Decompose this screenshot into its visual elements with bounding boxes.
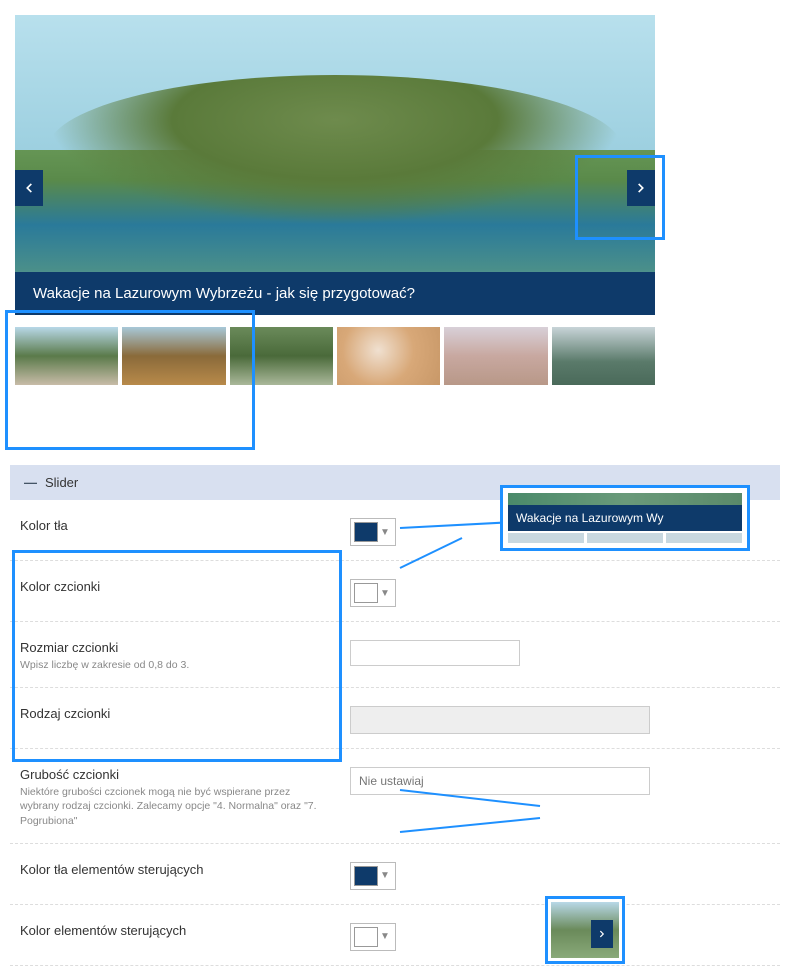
- font-family-select[interactable]: [350, 706, 650, 734]
- setting-label: Kolor tła elementów sterujących: [20, 862, 330, 877]
- color-swatch-preview: [354, 522, 378, 542]
- preview-next-arrow: [591, 920, 613, 948]
- slider-thumb[interactable]: [337, 327, 440, 385]
- slider-thumb[interactable]: [552, 327, 655, 385]
- chevron-right-icon: [597, 929, 607, 939]
- setting-row-font-family: Rodzaj czcionki: [10, 688, 780, 749]
- slider-main-image: [15, 15, 655, 315]
- setting-row-font-weight: Grubość czcionki Niektóre grubości czcio…: [10, 749, 780, 844]
- slider-caption: Wakacje na Lazurowym Wybrzeżu - jak się …: [15, 272, 655, 315]
- color-picker-ctrl-bg[interactable]: ▼: [350, 862, 396, 890]
- setting-label: Rozmiar czcionki: [20, 640, 330, 655]
- setting-label: Kolor tła: [20, 518, 330, 533]
- collapse-icon: —: [24, 475, 37, 490]
- color-swatch-preview: [354, 927, 378, 947]
- slider-thumb[interactable]: [15, 327, 118, 385]
- setting-label: Kolor elementów sterujących: [20, 923, 330, 938]
- chevron-left-icon: [22, 181, 36, 195]
- slider-prev-button[interactable]: [15, 170, 43, 206]
- dropdown-caret-icon: ▼: [378, 931, 392, 942]
- preview-caption-text: Wakacje na Lazurowym Wy: [508, 505, 742, 531]
- setting-hint: Wpisz liczbę w zakresie od 0,8 do 3.: [20, 658, 330, 673]
- dropdown-caret-icon: ▼: [378, 527, 392, 538]
- slider-thumb[interactable]: [230, 327, 333, 385]
- panel-title: Slider: [45, 475, 78, 490]
- font-weight-select[interactable]: [350, 767, 650, 795]
- slider-thumbnails: [15, 327, 655, 385]
- setting-label: Rodzaj czcionki: [20, 706, 330, 721]
- color-swatch-preview: [354, 583, 378, 603]
- chevron-right-icon: [634, 181, 648, 195]
- slider-next-button[interactable]: [627, 170, 655, 206]
- setting-row-font-size: Rozmiar czcionki Wpisz liczbę w zakresie…: [10, 622, 780, 688]
- color-picker-ctrl-color[interactable]: ▼: [350, 923, 396, 951]
- slider-thumb[interactable]: [122, 327, 225, 385]
- annotation-preview-caption: Wakacje na Lazurowym Wy: [500, 485, 750, 551]
- color-picker-bg[interactable]: ▼: [350, 518, 396, 546]
- color-picker-font[interactable]: ▼: [350, 579, 396, 607]
- font-size-input[interactable]: [350, 640, 520, 666]
- setting-hint: Niektóre grubości czcionek mogą nie być …: [20, 785, 330, 829]
- setting-row-font-color: Kolor czcionki ▼: [10, 561, 780, 622]
- settings-panel: — Slider Wakacje na Lazurowym Wy: [10, 465, 780, 966]
- dropdown-caret-icon: ▼: [378, 588, 392, 599]
- setting-label: Grubość czcionki: [20, 767, 330, 782]
- color-swatch-preview: [354, 866, 378, 886]
- setting-row-ctrl-color: Kolor elementów sterujących ▼: [10, 905, 780, 966]
- annotation-preview-controls: [545, 896, 625, 964]
- setting-row-ctrl-bg: Kolor tła elementów sterujących ▼: [10, 844, 780, 905]
- slider-preview: Wakacje na Lazurowym Wybrzeżu - jak się …: [15, 15, 655, 385]
- slider-thumb[interactable]: [444, 327, 547, 385]
- dropdown-caret-icon: ▼: [378, 870, 392, 881]
- setting-label: Kolor czcionki: [20, 579, 330, 594]
